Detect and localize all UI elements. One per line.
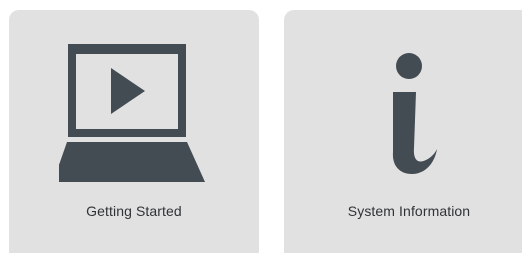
system-information-tile[interactable]: System Information <box>284 10 522 253</box>
getting-started-tile[interactable]: Getting Started <box>9 10 259 253</box>
info-icon <box>374 52 444 182</box>
getting-started-label: Getting Started <box>86 203 182 219</box>
system-information-label: System Information <box>347 203 471 219</box>
laptop-play-icon <box>53 44 209 190</box>
